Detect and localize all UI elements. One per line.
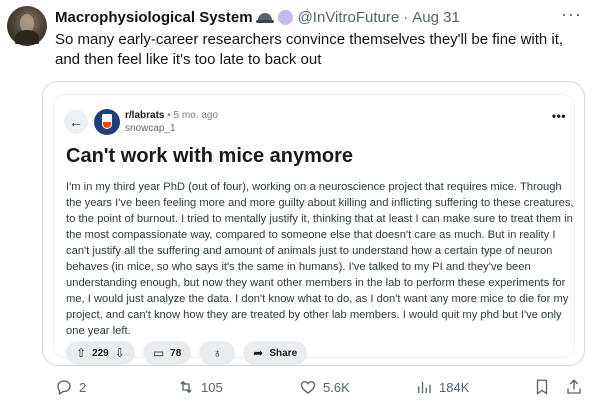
separator: ·: [403, 8, 409, 26]
avatar[interactable]: [7, 6, 47, 46]
vote-count: 229: [92, 347, 109, 359]
share-label: Share: [269, 347, 298, 359]
post-title: Can't work with mice anymore: [66, 145, 354, 167]
reddit-more-icon: •••: [551, 109, 566, 123]
comment-count: 78: [170, 347, 182, 359]
repost-icon: [180, 381, 192, 393]
views-count: 184K: [439, 379, 470, 395]
post-meta: r/labrats • 5 mo. ago snowcap_1: [125, 109, 218, 135]
share-icon: ➦: [253, 346, 264, 360]
tweet-header: Macrophysiological System @InVitroFuture…: [55, 7, 460, 27]
more-options-icon[interactable]: ···: [561, 5, 582, 23]
reddit-post-screenshot: ← r/labrats • 5 mo. ago snowcap_1 ••• Ca…: [53, 94, 575, 365]
tweet-date[interactable]: Aug 31: [412, 9, 460, 26]
award-pill: ♁: [199, 341, 236, 365]
reply-icon: [57, 380, 71, 395]
post-age: • 5 mo. ago: [164, 110, 218, 121]
share-upload-icon: [567, 379, 581, 394]
purple-circle-icon: [277, 9, 293, 25]
post-body: I'm in my third year PhD (out of four), …: [66, 181, 574, 337]
repost-button[interactable]: 105: [177, 378, 223, 396]
handle[interactable]: @InVitroFuture: [298, 9, 400, 26]
upvote-icon: ⇧: [76, 346, 87, 360]
media-card[interactable]: ← r/labrats • 5 mo. ago snowcap_1 ••• Ca…: [42, 81, 585, 366]
share-button[interactable]: [565, 378, 583, 396]
like-count: 5.6K: [323, 379, 350, 395]
award-icon: ♁: [212, 346, 222, 360]
tweet-text: So many early-career researchers convinc…: [55, 31, 564, 68]
subreddit-name: r/labrats: [125, 110, 165, 121]
cap-icon: [255, 10, 274, 24]
comment-icon: ▭: [152, 346, 165, 360]
share-pill: ➦ Share: [243, 341, 308, 365]
bookmark-button[interactable]: [533, 378, 551, 396]
subreddit-avatar: [94, 109, 120, 135]
tweet-action-bar: 2 105 5.6K 184K: [55, 378, 585, 400]
display-name[interactable]: Macrophysiological System: [55, 9, 253, 26]
views-icon: [418, 381, 431, 393]
reply-count: 2: [79, 379, 87, 395]
downvote-icon: ⇩: [114, 346, 125, 360]
comment-pill: ▭ 78: [142, 341, 192, 365]
heart-icon: [300, 381, 316, 394]
views-button[interactable]: 184K: [415, 378, 469, 396]
repost-count: 105: [201, 379, 223, 395]
vote-pill: ⇧ 229 ⇩: [66, 341, 135, 365]
reply-button[interactable]: 2: [55, 378, 86, 396]
tweet: Macrophysiological System @InVitroFuture…: [0, 0, 602, 409]
post-username: snowcap_1: [125, 123, 176, 134]
avatar-body: [15, 30, 39, 44]
back-arrow-icon: ←: [64, 110, 88, 134]
reddit-action-bar: ⇧ 229 ⇩ ▭ 78 ♁ ➦ Share: [66, 341, 308, 365]
bookmark-icon: [536, 379, 548, 395]
like-button[interactable]: 5.6K: [299, 378, 350, 396]
